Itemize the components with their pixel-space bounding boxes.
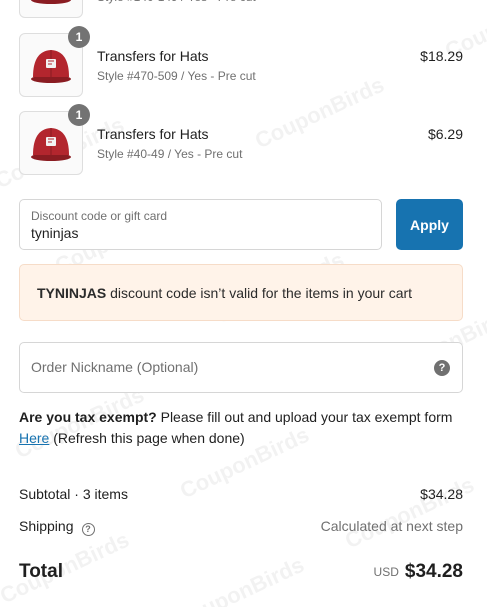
discount-code-input[interactable]: Discount code or gift card tyninjas [19, 199, 382, 250]
shipping-label: Shipping [19, 518, 74, 534]
error-text: discount code isn’t valid for the items … [110, 285, 413, 301]
quantity-badge: 1 [68, 26, 90, 48]
subtotal-value: $34.28 [420, 486, 463, 502]
line-item: 1 Transfers for Hats Style #40-49 / Yes … [19, 104, 463, 175]
total-value: $34.28 [404, 561, 463, 582]
items-count: 3 items [82, 486, 128, 502]
currency-code: USD [373, 565, 399, 579]
total-label: Total [19, 561, 63, 582]
quantity-badge: 1 [68, 104, 90, 126]
tax-text: Please fill out and upload your tax exem… [160, 409, 453, 425]
item-name: Transfers for Hats [97, 126, 209, 142]
hat-image [31, 128, 71, 161]
item-variant: Style #140-149 / Yes - Pre cut [97, 0, 256, 4]
shipping-label-group: Shipping? [19, 518, 95, 536]
hat-image [31, 0, 71, 4]
total-value-group: USD $34.28 [374, 561, 463, 583]
tax-form-link[interactable]: Here [19, 430, 49, 446]
item-name: Transfers for Hats [97, 48, 209, 64]
shipping-help-icon[interactable]: ? [81, 522, 95, 536]
subtotal-label-group: Subtotal · 3 items [19, 486, 128, 502]
discount-value: tyninjas [31, 225, 79, 241]
nickname-placeholder: Order Nickname (Optional) [31, 359, 199, 375]
item-price: $6.29 [427, 126, 463, 142]
apply-button[interactable]: Apply [396, 199, 463, 250]
discount-error-banner: TYNINJAS discount code isn’t valid for t… [19, 264, 463, 321]
item-price: $18.29 [420, 48, 463, 64]
shipping-value: Calculated at next step [320, 518, 463, 534]
error-message: TYNINJAS discount code isn’t valid for t… [37, 285, 412, 301]
tax-note: (Refresh this page when done) [53, 430, 245, 446]
product-thumbnail [19, 0, 83, 18]
watermark: CouponBirds [171, 551, 308, 607]
help-icon[interactable]: ? [434, 360, 450, 376]
tax-question: Are you tax exempt? [19, 409, 157, 425]
discount-label: Discount code or gift card [31, 209, 168, 223]
line-item: 1 Transfers for Hats Style #470-509 / Ye… [19, 26, 463, 97]
tax-exempt-notice: Are you tax exempt? Please fill out and … [19, 407, 463, 449]
order-nickname-input[interactable]: Order Nickname (Optional) ? [19, 342, 463, 393]
line-item: Style #140-149 / Yes - Pre cut [19, 0, 463, 18]
error-code: TYNINJAS [37, 285, 107, 301]
watermark: CouponBirds [341, 471, 478, 554]
hat-image [31, 50, 71, 83]
item-variant: Style #470-509 / Yes - Pre cut [97, 69, 256, 83]
subtotal-label: Subtotal [19, 486, 71, 502]
item-variant: Style #40-49 / Yes - Pre cut [97, 147, 243, 161]
